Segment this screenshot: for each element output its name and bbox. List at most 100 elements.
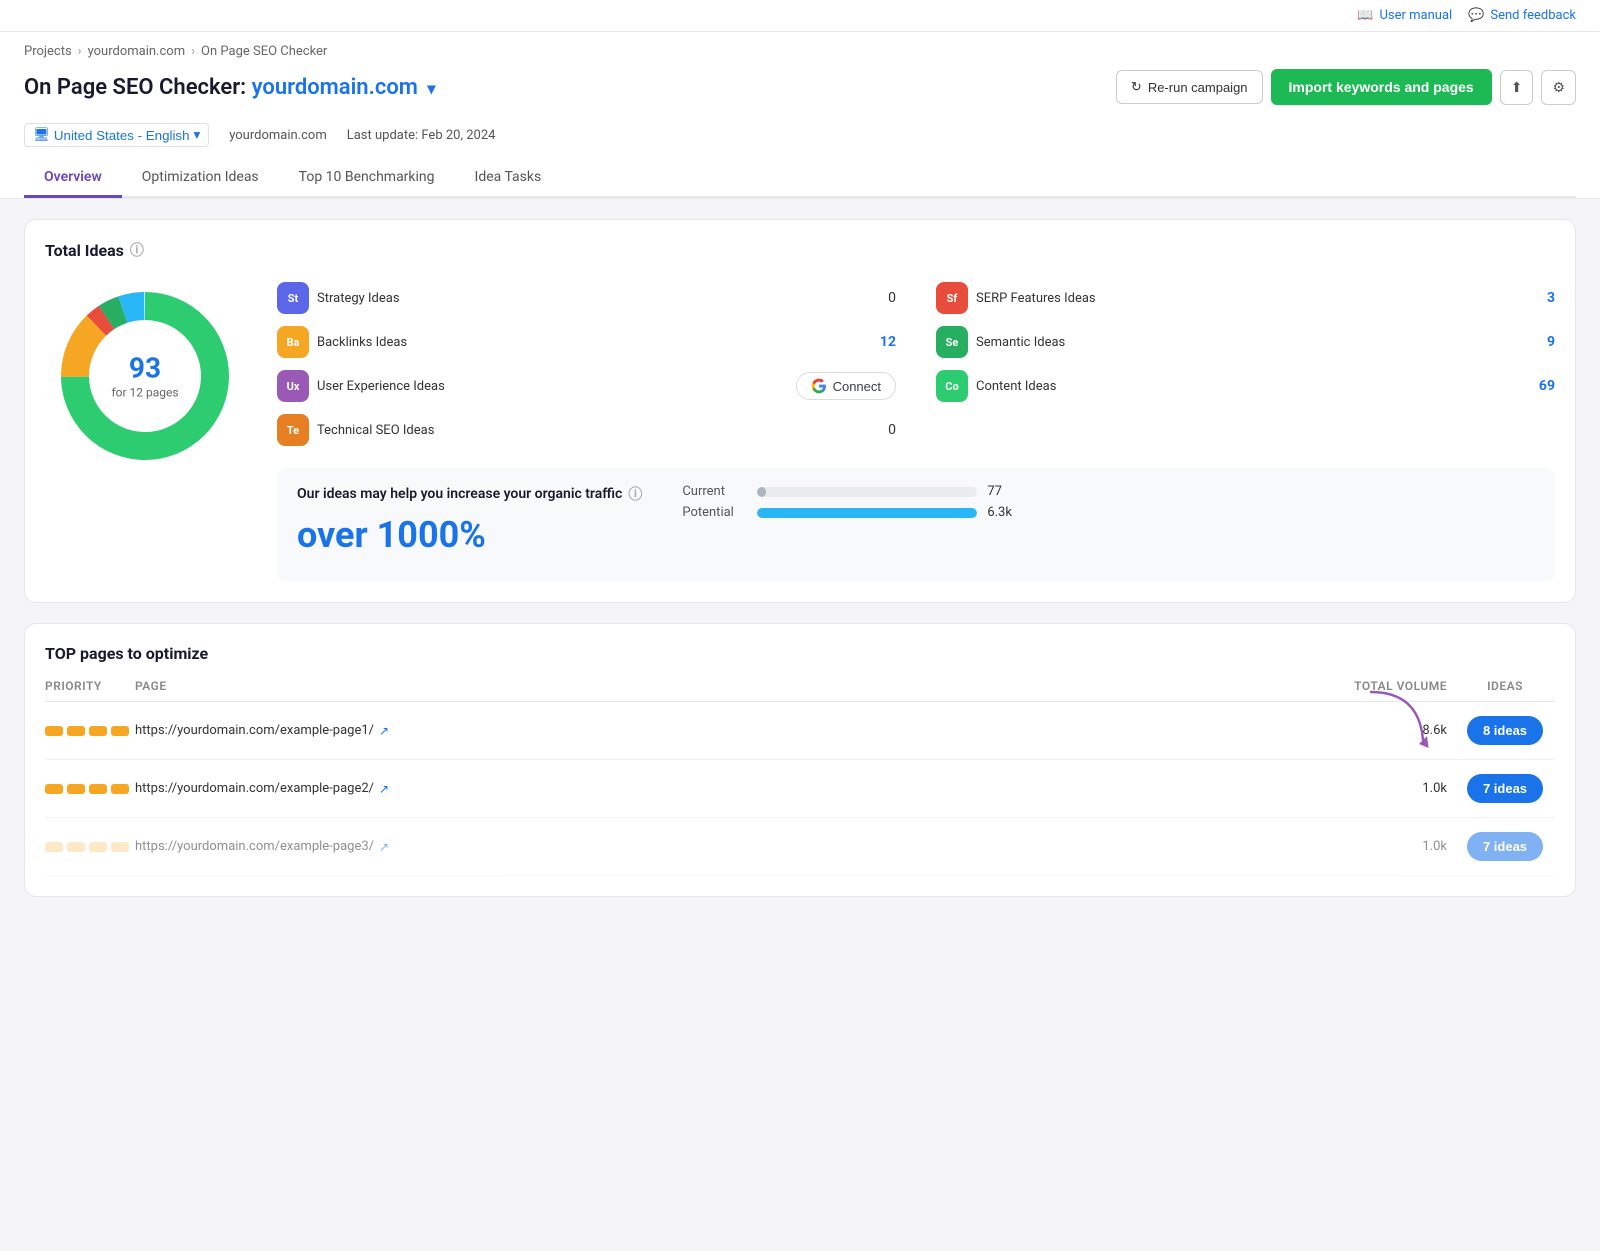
traffic-title-text: Our ideas may help you increase your org… <box>297 486 622 502</box>
potential-val: 6.3k <box>987 505 1022 520</box>
connect-button[interactable]: Connect <box>796 372 896 400</box>
domain-dropdown-icon[interactable]: ▾ <box>427 79 435 98</box>
top-pages-title: TOP pages to optimize <box>45 644 1555 663</box>
connect-label: Connect <box>833 379 881 394</box>
traffic-info-icon[interactable]: ⓘ <box>628 484 642 504</box>
priority-dots-2 <box>45 784 135 794</box>
page-title-text: On Page SEO Checker: <box>24 75 246 100</box>
table-row: https://yourdomain.com/example-page2/ ↗ … <box>45 760 1555 818</box>
dot <box>67 842 85 852</box>
idea-row-ux: Ux User Experience Ideas Connect <box>277 364 896 408</box>
ux-badge: Ux <box>277 370 309 402</box>
user-manual-link[interactable]: 📖 User manual <box>1357 8 1452 23</box>
ideas-col-2: 7 ideas <box>1455 774 1555 803</box>
ideas-col-3: 7 ideas <box>1455 832 1555 861</box>
user-manual-label: User manual <box>1379 8 1452 23</box>
dot <box>89 726 107 736</box>
idea-row-strategy: St Strategy Ideas 0 <box>277 276 896 320</box>
top-pages-card: TOP pages to optimize Priority Page Tota… <box>24 623 1576 897</box>
export-button[interactable]: ⬆ <box>1500 70 1534 105</box>
main-content: Total Ideas ⓘ 9 3 <box>0 199 1600 917</box>
backlinks-name: Backlinks Ideas <box>317 335 858 350</box>
page-url-1: https://yourdomain.com/example-page1/ ↗ <box>135 723 1335 738</box>
rerun-label: Re-run campaign <box>1148 80 1248 95</box>
table-row: https://yourdomain.com/example-page1/ ↗ … <box>45 702 1555 760</box>
donut-sub-label: for 12 pages <box>111 386 178 400</box>
header-actions: ↻ Re-run campaign Import keywords and pa… <box>1116 69 1576 105</box>
semantic-count: 9 <box>1525 334 1555 350</box>
ideas-button-3[interactable]: 7 ideas <box>1467 832 1543 861</box>
technical-name: Technical SEO Ideas <box>317 423 858 438</box>
traffic-right: Current 77 Potential <box>682 484 1535 520</box>
idea-row-semantic: Se Semantic Ideas 9 <box>936 320 1555 364</box>
rerun-icon: ↻ <box>1131 79 1142 95</box>
serp-name: SERP Features Ideas <box>976 291 1517 306</box>
serp-count: 3 <box>1525 290 1555 306</box>
send-feedback-label: Send feedback <box>1490 8 1576 23</box>
potential-bar-fill <box>757 508 977 518</box>
dot <box>67 784 85 794</box>
breadcrumb-projects[interactable]: Projects <box>24 44 72 59</box>
import-button[interactable]: Import keywords and pages <box>1271 69 1492 105</box>
breadcrumb: Projects › yourdomain.com › On Page SEO … <box>24 44 1576 59</box>
external-link-icon[interactable]: ↗ <box>379 840 389 854</box>
breadcrumb-current: On Page SEO Checker <box>201 44 327 59</box>
external-link-icon[interactable]: ↗ <box>379 782 389 796</box>
total-ideas-title: Total Ideas ⓘ <box>45 240 1555 260</box>
technical-count: 0 <box>866 422 896 438</box>
location-dropdown-icon: ▾ <box>194 127 201 143</box>
backlinks-badge: Ba <box>277 326 309 358</box>
location-selector[interactable]: 🖥 United States - English ▾ <box>24 123 209 147</box>
page-title: On Page SEO Checker: yourdomain.com ▾ <box>24 75 435 100</box>
header-main-row: On Page SEO Checker: yourdomain.com ▾ ↻ … <box>24 69 1576 105</box>
backlinks-count: 12 <box>866 334 896 350</box>
export-icon: ⬆ <box>1511 79 1523 95</box>
page-title-domain[interactable]: yourdomain.com <box>252 75 418 100</box>
traffic-box: Our ideas may help you increase your org… <box>277 468 1555 582</box>
volume-3: 1.0k <box>1335 839 1455 854</box>
traffic-left: Our ideas may help you increase your org… <box>297 484 642 566</box>
idea-row-content: Co Content Ideas 69 <box>936 364 1555 408</box>
dot <box>111 784 129 794</box>
book-icon: 📖 <box>1357 8 1373 23</box>
current-bar-row: Current 77 <box>682 484 1535 499</box>
ideas-grid: St Strategy Ideas 0 Ba Backlinks Ideas 1… <box>277 276 1555 452</box>
send-feedback-link[interactable]: 💬 Send feedback <box>1468 8 1576 23</box>
col-ideas: Ideas <box>1455 679 1555 693</box>
volume-2: 1.0k <box>1335 781 1455 796</box>
idea-row-serp: Sf SERP Features Ideas 3 <box>936 276 1555 320</box>
tab-tasks[interactable]: Idea Tasks <box>455 159 562 198</box>
dot <box>89 784 107 794</box>
ideas-left-col: St Strategy Ideas 0 Ba Backlinks Ideas 1… <box>277 276 896 452</box>
tab-optimization[interactable]: Optimization Ideas <box>122 159 279 198</box>
strategy-badge: St <box>277 282 309 314</box>
top-bar: 📖 User manual 💬 Send feedback <box>0 0 1600 32</box>
feedback-icon: 💬 <box>1468 8 1484 23</box>
tab-overview[interactable]: Overview <box>24 159 122 198</box>
ux-name: User Experience Ideas <box>317 379 788 394</box>
ideas-right-col: Sf SERP Features Ideas 3 Se Semantic Ide… <box>936 276 1555 452</box>
ideas-grid-container: St Strategy Ideas 0 Ba Backlinks Ideas 1… <box>277 276 1555 582</box>
semantic-badge: Se <box>936 326 968 358</box>
dot <box>89 842 107 852</box>
ideas-button-2[interactable]: 7 ideas <box>1467 774 1543 803</box>
page-url-2: https://yourdomain.com/example-page2/ ↗ <box>135 781 1335 796</box>
settings-button[interactable]: ⚙ <box>1541 70 1576 105</box>
technical-badge: Te <box>277 414 309 446</box>
domain-display: yourdomain.com <box>229 128 327 143</box>
dot <box>45 726 63 736</box>
breadcrumb-domain[interactable]: yourdomain.com <box>88 44 186 59</box>
info-icon[interactable]: ⓘ <box>130 240 144 260</box>
priority-dots-1 <box>45 726 135 736</box>
tabs-row: Overview Optimization Ideas Top 10 Bench… <box>24 159 1576 198</box>
potential-bar-wrap <box>757 508 977 518</box>
traffic-bars: Current 77 Potential <box>682 484 1535 520</box>
current-bar-fill <box>757 487 766 497</box>
ideas-button-1[interactable]: 8 ideas <box>1467 716 1543 745</box>
tab-benchmarking[interactable]: Top 10 Benchmarking <box>279 159 455 198</box>
traffic-title: Our ideas may help you increase your org… <box>297 484 642 504</box>
rerun-button[interactable]: ↻ Re-run campaign <box>1116 70 1263 104</box>
table-row: https://yourdomain.com/example-page3/ ↗ … <box>45 818 1555 876</box>
external-link-icon[interactable]: ↗ <box>379 724 389 738</box>
total-ideas-title-text: Total Ideas <box>45 241 124 260</box>
